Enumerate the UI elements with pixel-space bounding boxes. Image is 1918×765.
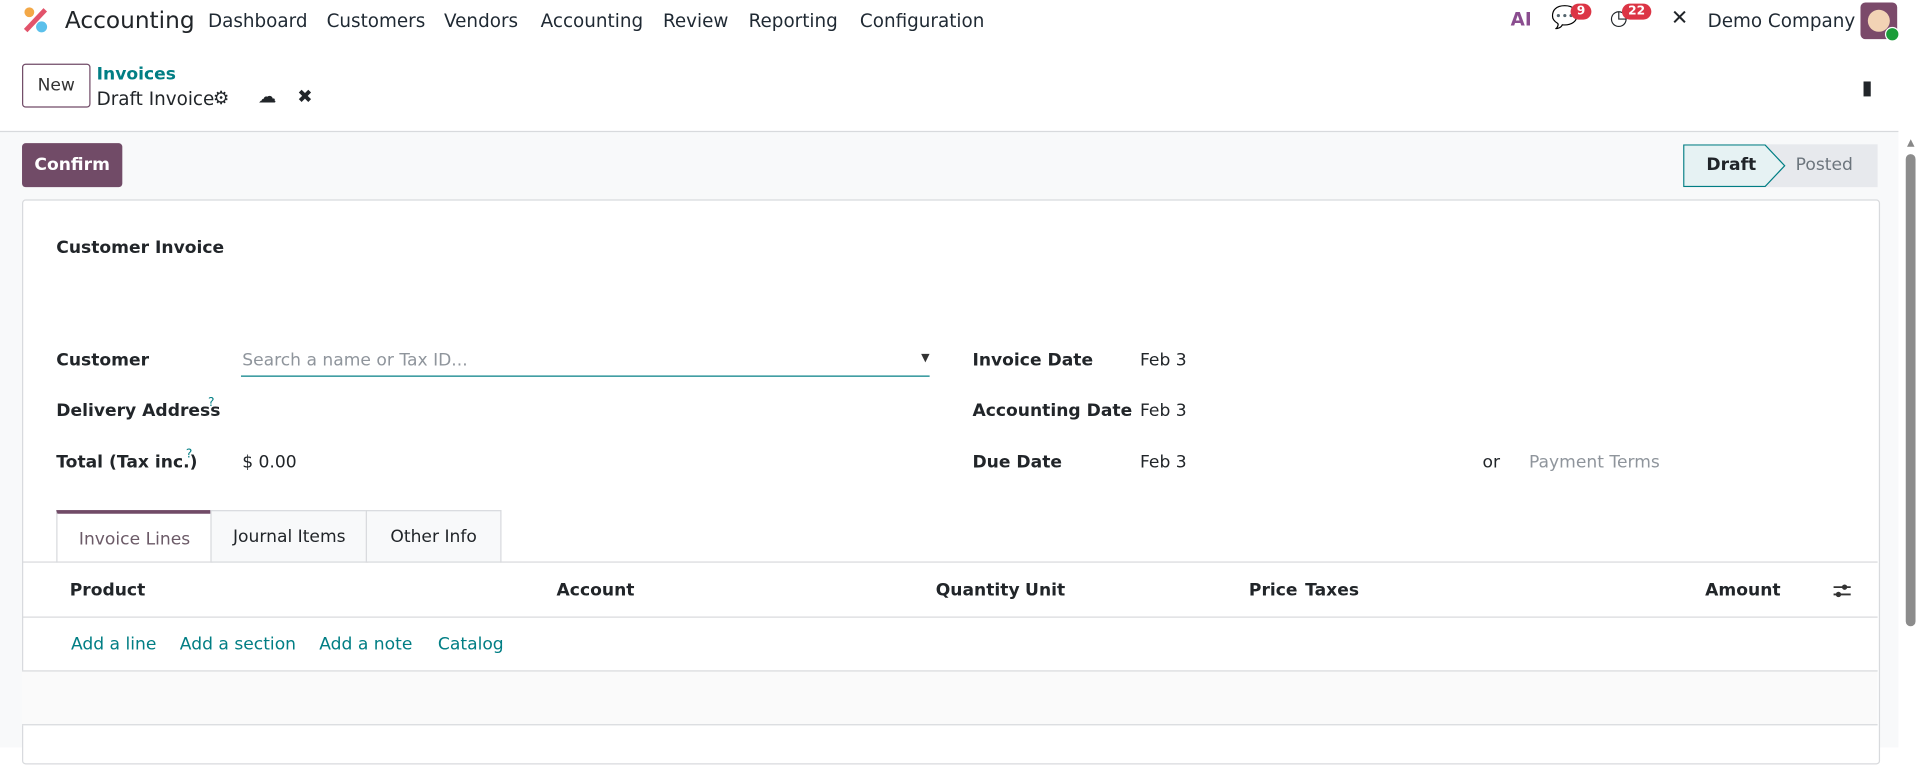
menu-review[interactable]: Review xyxy=(663,10,728,32)
customer-input[interactable]: Search a name or Tax ID... ▼ xyxy=(240,350,930,377)
column-taxes[interactable]: Taxes xyxy=(1305,581,1359,601)
invoice-date-field[interactable]: Feb 3 xyxy=(1140,351,1187,371)
add-line-link[interactable]: Add a line xyxy=(71,635,156,655)
add-note-link[interactable]: Add a note xyxy=(319,635,412,655)
messages-badge: 9 xyxy=(1570,3,1592,20)
app-logo-icon[interactable] xyxy=(22,6,49,33)
menu-reporting[interactable]: Reporting xyxy=(749,10,838,32)
optional-columns-icon[interactable] xyxy=(1832,581,1852,601)
invoice-date-label: Invoice Date xyxy=(972,351,1094,371)
column-unit[interactable]: Unit xyxy=(1025,581,1065,601)
activities-badge: 22 xyxy=(1621,3,1652,20)
avatar[interactable] xyxy=(1860,2,1900,42)
menu-accounting[interactable]: Accounting xyxy=(541,10,643,32)
column-price[interactable]: Price xyxy=(1249,581,1298,601)
menu-vendors[interactable]: Vendors xyxy=(444,10,518,32)
column-account[interactable]: Account xyxy=(557,581,635,601)
new-button[interactable]: New xyxy=(22,63,91,108)
tools-icon[interactable]: ✕ xyxy=(1671,6,1688,30)
tab-journal-items[interactable]: Journal Items xyxy=(210,510,369,563)
breadcrumb-invoices[interactable]: Invoices xyxy=(97,65,176,85)
total-value: $ 0.00 xyxy=(242,452,297,473)
catalog-link[interactable]: Catalog xyxy=(438,635,504,655)
status-bar: Draft Posted xyxy=(1683,144,1878,188)
column-amount[interactable]: Amount xyxy=(1705,581,1780,601)
column-quantity[interactable]: Quantity xyxy=(936,581,1020,601)
scrollbar[interactable]: ▲ xyxy=(1903,137,1918,746)
delivery-address-label: Delivery Address xyxy=(56,401,221,421)
payment-terms-input[interactable]: Payment Terms xyxy=(1529,453,1660,473)
confirm-button[interactable]: Confirm xyxy=(22,143,123,188)
breadcrumb-current: Draft Invoice xyxy=(96,88,215,111)
tab-other-info[interactable]: Other Info xyxy=(365,510,502,563)
customer-placeholder: Search a name or Tax ID... xyxy=(242,351,468,371)
help-icon[interactable]: ? xyxy=(208,396,214,409)
tab-invoice-lines[interactable]: Invoice Lines xyxy=(56,510,213,563)
empty-row xyxy=(22,670,1878,726)
app-name[interactable]: Accounting xyxy=(65,7,195,34)
customer-label: Customer xyxy=(56,351,150,371)
or-label: or xyxy=(1482,452,1501,473)
status-posted[interactable]: Posted xyxy=(1796,155,1853,175)
menu-configuration[interactable]: Configuration xyxy=(860,10,984,32)
column-product[interactable]: Product xyxy=(70,581,146,601)
save-cloud-icon[interactable]: ☁ xyxy=(258,86,276,108)
company-switcher[interactable]: Demo Company xyxy=(1708,10,1856,32)
due-date-label: Due Date xyxy=(972,452,1063,473)
status-draft[interactable]: Draft xyxy=(1706,155,1756,175)
discard-icon[interactable]: ✖ xyxy=(297,86,312,108)
invoice-type-title: Customer Invoice xyxy=(56,238,225,259)
due-date-field[interactable]: Feb 3 xyxy=(1140,453,1187,473)
menu-customers[interactable]: Customers xyxy=(327,10,426,32)
gear-icon[interactable]: ⚙ xyxy=(213,87,229,109)
menu-dashboard[interactable]: Dashboard xyxy=(208,10,308,32)
online-status-icon xyxy=(1884,26,1900,42)
bookmark-icon[interactable]: ▮ xyxy=(1862,76,1873,99)
chevron-down-icon[interactable]: ▼ xyxy=(921,352,929,364)
total-label: Total (Tax inc.) xyxy=(56,452,198,473)
ai-icon[interactable]: AI xyxy=(1511,9,1532,31)
help-icon[interactable]: ? xyxy=(186,448,192,461)
accounting-date-label: Accounting Date xyxy=(972,401,1133,421)
add-section-link[interactable]: Add a section xyxy=(180,635,296,655)
accounting-date-field[interactable]: Feb 3 xyxy=(1140,401,1187,421)
